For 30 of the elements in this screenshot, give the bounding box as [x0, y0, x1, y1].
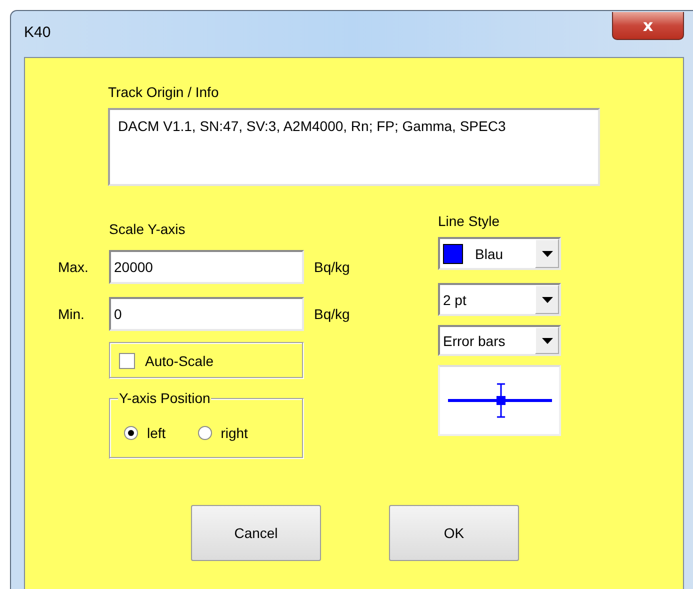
caret-icon — [542, 250, 552, 256]
input-field[interactable]: 20000 — [109, 250, 304, 284]
section-label: Line Style — [438, 213, 500, 229]
dropdown[interactable]: Error bars — [438, 325, 561, 356]
section-label: Scale Y-axis — [109, 221, 186, 237]
unit-label: Bq/kg — [314, 259, 351, 275]
radio-label: right — [220, 424, 248, 440]
field-label: Track Origin / Info — [108, 84, 220, 100]
radio-button[interactable] — [124, 426, 138, 440]
ok-button[interactable]: OK — [389, 505, 519, 561]
dropdown-button[interactable] — [535, 285, 559, 314]
unit-label: Bq/kg — [314, 306, 351, 322]
dropdown[interactable]: 2 pt — [438, 283, 561, 316]
field-label: Max. — [58, 259, 90, 275]
caret-icon — [542, 296, 552, 302]
radio-label: left — [147, 424, 166, 440]
info-field[interactable]: DACM V1.1, SN:47, SV:3, A2M4000, Rn; FP; Gamma, SPEC3 — [108, 108, 600, 186]
field-label: Min. — [58, 306, 86, 322]
window-title: K40 — [24, 24, 51, 41]
radio-button[interactable] — [198, 426, 212, 440]
checkbox-label: Auto-Scale — [145, 352, 214, 368]
group-label: Y-axis Position — [118, 390, 212, 406]
checkbox[interactable] — [119, 352, 135, 368]
caret-icon — [542, 338, 552, 344]
dropdown-button[interactable] — [535, 327, 559, 354]
dropdown[interactable]: Blau — [438, 237, 561, 270]
close-button[interactable]: x — [612, 12, 684, 40]
input-field[interactable]: 0 — [109, 297, 304, 331]
cancel-button[interactable]: Cancel — [191, 505, 321, 561]
dropdown-button[interactable] — [535, 239, 559, 268]
